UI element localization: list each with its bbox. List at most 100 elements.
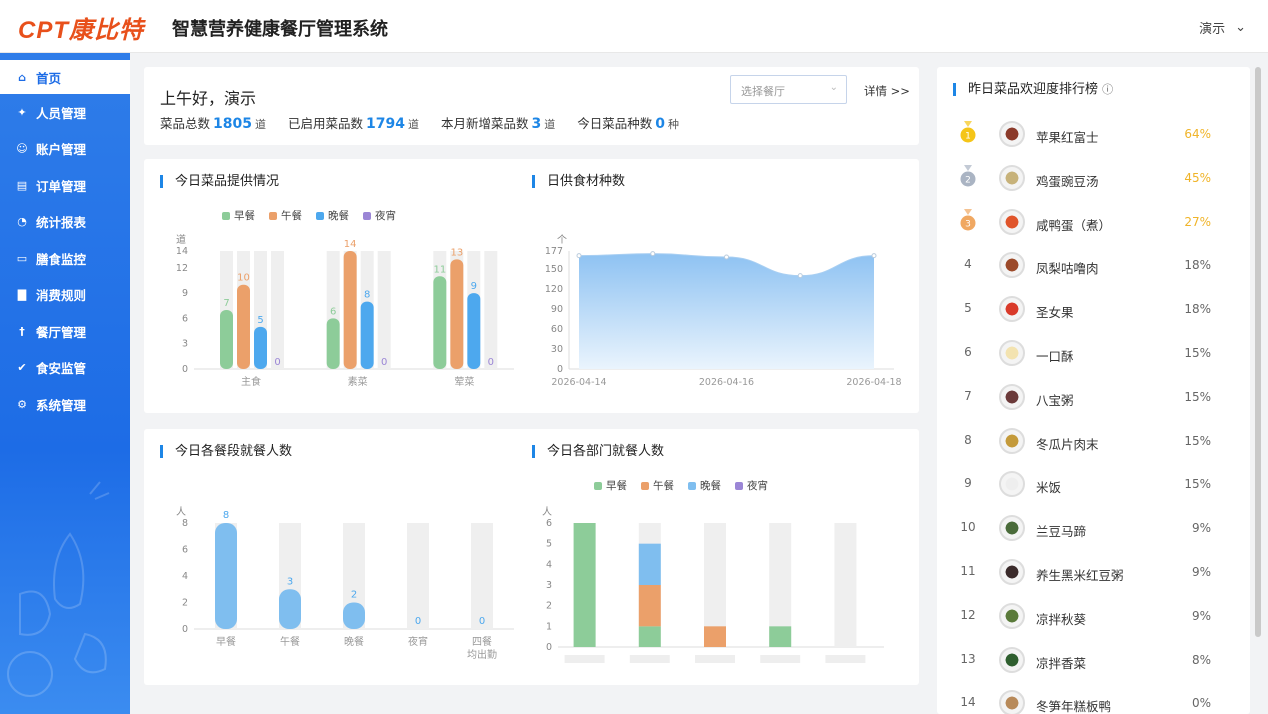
home-icon: ⌂ bbox=[18, 70, 26, 84]
sidebar-item-reports[interactable]: ◔ 统计报表 bbox=[0, 204, 130, 241]
ranking-row[interactable]: 14 冬笋年糕板鸭 0% bbox=[937, 681, 1250, 714]
sidebar-item-home[interactable]: ⌂ 首页 bbox=[0, 60, 130, 94]
bar-icon: ▇ bbox=[17, 288, 27, 302]
dish-supply-chart: 道 0 3 6 9 12 14 7 10 5 0 主食 6 14 8 0 素菜 11 13 9 0 荤菜 bbox=[176, 233, 514, 388]
x-tick-label: 夜宵 bbox=[408, 635, 428, 648]
rank-number: 10 bbox=[960, 520, 976, 535]
rank-number: 13 bbox=[960, 651, 976, 666]
y-tick-label: 6 bbox=[546, 518, 552, 529]
y-tick-label: 2 bbox=[182, 598, 188, 609]
y-tick-label: 1 bbox=[546, 621, 552, 632]
bar-data-label: 9 bbox=[471, 281, 477, 292]
bar-segment bbox=[573, 523, 596, 647]
y-tick-label: 3 bbox=[182, 339, 188, 350]
stat-today-dishes: 今日菜品种数 0 种 bbox=[577, 116, 679, 132]
ranking-row[interactable]: 1 苹果红富士 64% bbox=[937, 112, 1250, 156]
ranking-row[interactable]: 6 一口酥 15% bbox=[937, 331, 1250, 375]
dish-name: 冬瓜片肉末 bbox=[1036, 436, 1099, 452]
svg-text:3: 3 bbox=[965, 219, 971, 229]
mealtime-diners-chart: 人 0 2 4 6 8 8 早餐 3 午餐 2 晚餐 0 夜宵 0 四餐均出勤 bbox=[176, 506, 514, 661]
monitor-icon: ▭ bbox=[16, 251, 28, 265]
sidebar-item-rules[interactable]: ▇ 消费规则 bbox=[0, 277, 130, 314]
sidebar-item-label: 人员管理 bbox=[36, 105, 87, 121]
sidebar-item-label: 首页 bbox=[36, 70, 62, 86]
bar-segment bbox=[704, 626, 726, 647]
sidebar-item-orders[interactable]: ▤ 订单管理 bbox=[0, 167, 130, 204]
pie-icon: ◔ bbox=[17, 215, 27, 229]
data-point bbox=[724, 254, 729, 260]
dish-name: 八宝粥 bbox=[1036, 392, 1074, 408]
dish-thumbnail-icon bbox=[999, 164, 1025, 191]
sidebar-item-system[interactable]: ⚙ 系统管理 bbox=[0, 386, 130, 423]
ranking-row[interactable]: 11 养生黑米红豆粥 9% bbox=[937, 550, 1250, 594]
bar-data-label: 2 bbox=[351, 590, 357, 601]
chart4-title: 今日各部门就餐人数 bbox=[532, 445, 664, 458]
legend-dinner: 晚餐 bbox=[316, 208, 349, 223]
sidebar-item-account[interactable]: ☺ 账户管理 bbox=[0, 131, 130, 168]
sidebar-item-people[interactable]: ✦ 人员管理 bbox=[0, 94, 130, 131]
detail-link[interactable]: 详情 >> bbox=[864, 83, 910, 99]
data-point bbox=[797, 273, 803, 279]
dish-thumbnail-icon bbox=[999, 471, 1025, 498]
popularity-percent: 15% bbox=[1184, 346, 1211, 360]
x-tick-label: 素菜 bbox=[348, 375, 368, 388]
popularity-percent: 64% bbox=[1184, 127, 1211, 141]
chart2-title: 日供食材种数 bbox=[532, 175, 625, 188]
ranking-panel: 昨日菜品欢迎度排行榜 ⓘ 1 苹果红富士 64% 2 鸡蛋豌豆汤 45% 3 咸鸭蛋（煮） 27… bbox=[937, 67, 1250, 714]
dish-thumbnail-icon bbox=[999, 559, 1025, 585]
dish-name: 冬笋年糕板鸭 bbox=[1036, 699, 1112, 714]
popularity-percent: 45% bbox=[1184, 170, 1211, 185]
ranking-row[interactable]: 13 凉拌香菜 8% bbox=[937, 638, 1250, 682]
y-tick-label: 0 bbox=[546, 642, 552, 653]
bar-background bbox=[271, 251, 284, 369]
chevron-down-icon[interactable]: ⌄ bbox=[1235, 20, 1246, 35]
ranking-row[interactable]: 4 凤梨咕噜肉 18% bbox=[937, 243, 1250, 287]
popularity-percent: 15% bbox=[1184, 433, 1211, 448]
rank-number: 7 bbox=[964, 388, 972, 403]
sidebar-item-monitor[interactable]: ▭ 膳食监控 bbox=[0, 240, 130, 277]
y-tick-label: 177 bbox=[545, 246, 563, 257]
dish-name: 苹果红富士 bbox=[1036, 130, 1099, 145]
legend-breakfast: 早餐 bbox=[222, 208, 255, 223]
medal-icon: 3 bbox=[960, 208, 976, 231]
department-diners-chart: 人 0 1 2 3 4 5 6 bbox=[542, 506, 884, 663]
ranking-row[interactable]: 10 兰豆马蹄 9% bbox=[937, 506, 1250, 550]
bar bbox=[237, 284, 250, 369]
sidebar-item-restaurant[interactable]: † 餐厅管理 bbox=[0, 313, 130, 350]
bar-data-label: 10 bbox=[237, 273, 250, 284]
popularity-percent: 9% bbox=[1191, 608, 1211, 623]
ranking-row[interactable]: 5 圣女果 18% bbox=[937, 287, 1250, 331]
ranking-row[interactable]: 2 鸡蛋豌豆汤 45% bbox=[937, 156, 1250, 200]
y-axis-unit: 个 bbox=[557, 234, 567, 246]
user-menu[interactable]: 演示 ⌄ bbox=[1199, 18, 1246, 37]
ranking-row[interactable]: 12 凉拌秋葵 9% bbox=[937, 594, 1250, 638]
medal-icon: 2 bbox=[960, 164, 976, 187]
user-name[interactable]: 演示 bbox=[1199, 18, 1225, 37]
bar-data-label: 5 bbox=[257, 315, 263, 326]
x-tick-label: 四餐 bbox=[472, 635, 492, 648]
sidebar-item-food-safety[interactable]: ✔ 食安监管 bbox=[0, 350, 130, 387]
bar-background bbox=[471, 523, 493, 629]
sidebar-item-label: 订单管理 bbox=[36, 178, 87, 194]
dish-name: 养生黑米红豆粥 bbox=[1036, 568, 1124, 583]
restaurant-select[interactable]: 选择餐厅 ⌄ bbox=[730, 75, 847, 104]
dish-name: 兰豆马蹄 bbox=[1036, 524, 1087, 540]
popularity-percent: 8% bbox=[1191, 652, 1211, 667]
y-tick-label: 3 bbox=[546, 580, 552, 591]
bar-background bbox=[407, 523, 429, 629]
x-tick-label: 晚餐 bbox=[344, 635, 364, 648]
info-icon[interactable]: ⓘ bbox=[1102, 83, 1113, 96]
bar-data-label: 13 bbox=[450, 247, 463, 258]
x-tick-label: 午餐 bbox=[280, 635, 300, 648]
x-tick-label: 早餐 bbox=[216, 635, 236, 648]
ranking-row[interactable]: 8 冬瓜片肉末 15% bbox=[937, 419, 1250, 463]
y-tick-label: 0 bbox=[182, 364, 188, 375]
bar-segment bbox=[638, 626, 661, 647]
brand-logo[interactable]: CPT康比特 bbox=[18, 10, 144, 45]
legend-night: 夜宵 bbox=[363, 208, 396, 223]
scrollbar[interactable] bbox=[1255, 67, 1261, 637]
ranking-row[interactable]: 9 米饭 15% bbox=[937, 462, 1250, 506]
ranking-row[interactable]: 7 八宝粥 15% bbox=[937, 375, 1250, 419]
ranking-row[interactable]: 3 咸鸭蛋（煮） 27% bbox=[937, 200, 1250, 244]
dish-name: 咸鸭蛋（煮） bbox=[1036, 217, 1112, 233]
